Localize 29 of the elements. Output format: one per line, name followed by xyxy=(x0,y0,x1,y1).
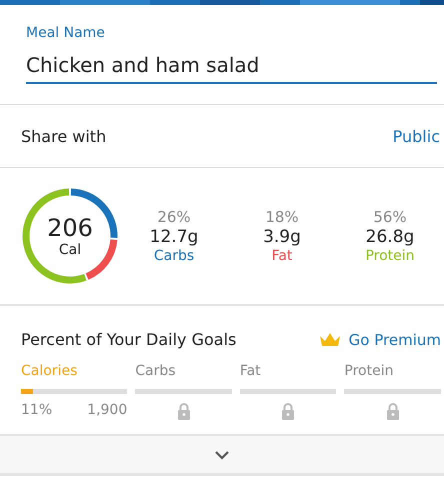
share-option-link[interactable]: Public xyxy=(392,126,440,146)
goal-percent: 11% xyxy=(21,402,52,418)
meal-name-field[interactable]: Chicken and ham salad xyxy=(26,43,437,84)
goal-label: Carbs xyxy=(135,363,177,379)
macro-percent: 18% xyxy=(265,208,299,226)
calorie-count: 206 xyxy=(47,214,93,242)
macro-name: Carbs xyxy=(154,248,194,264)
macro-percent: 26% xyxy=(157,208,191,226)
macro-name: Fat xyxy=(272,248,292,264)
section-title: Percent of Your Daily Goals xyxy=(21,330,236,349)
macro-amount: 12.7g xyxy=(150,227,198,247)
goal-label: Protein xyxy=(344,363,394,379)
field-label: Meal Name xyxy=(26,25,106,41)
crown-icon xyxy=(318,332,341,348)
goal-label: Fat xyxy=(240,363,262,379)
goal-total: 1,900 xyxy=(87,402,128,418)
macro-name: Protein xyxy=(365,248,415,264)
macro-percent: 56% xyxy=(373,208,407,226)
share-label: Share with xyxy=(21,126,106,146)
chevron-icon xyxy=(214,450,230,460)
lock-icon xyxy=(386,402,400,420)
macro-amount: 26.8g xyxy=(366,227,414,247)
lock-icon xyxy=(281,402,296,420)
goal-label: Calories xyxy=(21,363,78,379)
calorie-unit: Cal xyxy=(58,242,82,258)
expand-button[interactable] xyxy=(0,434,444,476)
go-premium-link[interactable]: Go Premium xyxy=(348,330,441,348)
lock-icon xyxy=(176,402,191,420)
macro-amount: 3.9g xyxy=(263,227,301,247)
